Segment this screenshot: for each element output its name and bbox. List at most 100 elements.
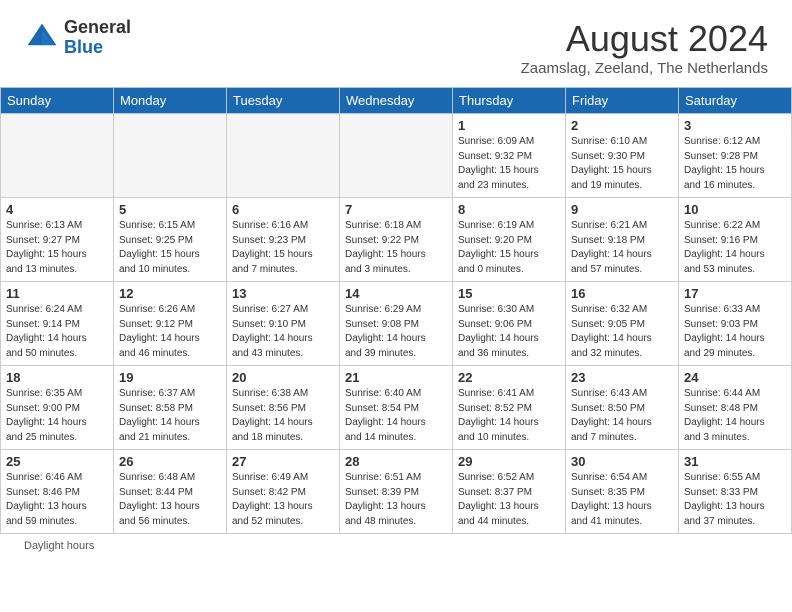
weekday-header-row: SundayMondayTuesdayWednesdayThursdayFrid… — [1, 88, 792, 114]
day-number: 1 — [458, 118, 560, 133]
weekday-header-monday: Monday — [114, 88, 227, 114]
calendar-cell: 28 Sunrise: 6:51 AM Sunset: 8:39 PM Dayli… — [340, 450, 453, 534]
calendar-cell: 1 Sunrise: 6:09 AM Sunset: 9:32 PM Daylig… — [453, 114, 566, 198]
day-number: 19 — [119, 370, 221, 385]
calendar-cell: 15Sunrise: 6:30 AM Sunset: 9:06 PM Dayli… — [453, 282, 566, 366]
day-number: 28 — [345, 454, 447, 469]
day-info: Sunrise: 6:26 AM Sunset: 9:12 PM Dayligh… — [119, 303, 221, 361]
day-number: 6 — [232, 202, 334, 217]
calendar-cell: 8 Sunrise: 6:19 AM Sunset: 9:20 PM Daylig… — [453, 198, 566, 282]
day-info: Sunrise: 6:44 AM Sunset: 8:48 PM Dayligh… — [684, 387, 786, 445]
day-number: 10 — [684, 202, 786, 217]
calendar-table: SundayMondayTuesdayWednesdayThursdayFrid… — [0, 87, 792, 534]
calendar-cell: 5Sunrise: 6:15 AM Sunset: 9:25 PM Daylig… — [114, 198, 227, 282]
calendar-cell — [227, 114, 340, 198]
calendar-cell: 16Sunrise: 6:32 AM Sunset: 9:05 PM Dayli… — [566, 282, 679, 366]
day-number: 7 — [345, 202, 447, 217]
day-number: 13 — [232, 286, 334, 301]
day-number: 11 — [6, 286, 108, 301]
calendar-header: SundayMondayTuesdayWednesdayThursdayFrid… — [1, 88, 792, 114]
day-number: 31 — [684, 454, 786, 469]
day-info: Sunrise: 6:37 AM Sunset: 8:58 PM Dayligh… — [119, 387, 221, 445]
day-info: Sunrise: 6:16 AM Sunset: 9:23 PM Dayligh… — [232, 219, 334, 277]
day-info: Sunrise: 6:10 AM Sunset: 9:30 PM Dayligh… — [571, 135, 673, 193]
weekday-header-wednesday: Wednesday — [340, 88, 453, 114]
weekday-header-sunday: Sunday — [1, 88, 114, 114]
weekday-header-saturday: Saturday — [679, 88, 792, 114]
calendar-cell: 23Sunrise: 6:43 AM Sunset: 8:50 PM Dayli… — [566, 366, 679, 450]
day-info: Sunrise: 6:22 AM Sunset: 9:16 PM Dayligh… — [684, 219, 786, 277]
weekday-header-tuesday: Tuesday — [227, 88, 340, 114]
day-number: 26 — [119, 454, 221, 469]
calendar-cell: 6 Sunrise: 6:16 AM Sunset: 9:23 PM Daylig… — [227, 198, 340, 282]
day-info: Sunrise: 6:35 AM Sunset: 9:00 PM Dayligh… — [6, 387, 108, 445]
calendar-cell — [340, 114, 453, 198]
day-info: Sunrise: 6:29 AM Sunset: 9:08 PM Dayligh… — [345, 303, 447, 361]
day-info: Sunrise: 6:51 AM Sunset: 8:39 PM Dayligh… — [345, 471, 447, 529]
calendar-cell — [114, 114, 227, 198]
logo: General Blue — [24, 18, 131, 58]
calendar-cell: 29Sunrise: 6:52 AM Sunset: 8:37 PM Dayli… — [453, 450, 566, 534]
day-info: Sunrise: 6:18 AM Sunset: 9:22 PM Dayligh… — [345, 219, 447, 277]
logo-text: General Blue — [64, 18, 131, 58]
calendar-cell: 11 Sunrise: 6:24 AM Sunset: 9:14 PM Dayli… — [1, 282, 114, 366]
day-info: Sunrise: 6:48 AM Sunset: 8:44 PM Dayligh… — [119, 471, 221, 529]
calendar-cell: 22 Sunrise: 6:41 AM Sunset: 8:52 PM Dayli… — [453, 366, 566, 450]
calendar-cell — [1, 114, 114, 198]
day-number: 12 — [119, 286, 221, 301]
day-info: Sunrise: 6:15 AM Sunset: 9:25 PM Dayligh… — [119, 219, 221, 277]
calendar-week-3: 18 Sunrise: 6:35 AM Sunset: 9:00 PM Dayli… — [1, 366, 792, 450]
calendar-cell: 12 Sunrise: 6:26 AM Sunset: 9:12 PM Dayli… — [114, 282, 227, 366]
calendar-subtitle: Zaamslag, Zeeland, The Netherlands — [521, 60, 768, 77]
day-info: Sunrise: 6:12 AM Sunset: 9:28 PM Dayligh… — [684, 135, 786, 193]
calendar-cell: 27 Sunrise: 6:49 AM Sunset: 8:42 PM Dayli… — [227, 450, 340, 534]
calendar-cell: 21 Sunrise: 6:40 AM Sunset: 8:54 PM Dayli… — [340, 366, 453, 450]
calendar-cell: 3 Sunrise: 6:12 AM Sunset: 9:28 PM Daylig… — [679, 114, 792, 198]
day-info: Sunrise: 6:19 AM Sunset: 9:20 PM Dayligh… — [458, 219, 560, 277]
calendar-body: 1 Sunrise: 6:09 AM Sunset: 9:32 PM Daylig… — [1, 114, 792, 534]
weekday-header-friday: Friday — [566, 88, 679, 114]
day-number: 3 — [684, 118, 786, 133]
day-number: 29 — [458, 454, 560, 469]
calendar-cell: 30Sunrise: 6:54 AM Sunset: 8:35 PM Dayli… — [566, 450, 679, 534]
calendar-cell: 13 Sunrise: 6:27 AM Sunset: 9:10 PM Dayli… — [227, 282, 340, 366]
day-number: 14 — [345, 286, 447, 301]
day-info: Sunrise: 6:41 AM Sunset: 8:52 PM Dayligh… — [458, 387, 560, 445]
day-info: Sunrise: 6:33 AM Sunset: 9:03 PM Dayligh… — [684, 303, 786, 361]
day-info: Sunrise: 6:27 AM Sunset: 9:10 PM Dayligh… — [232, 303, 334, 361]
calendar-cell: 10 Sunrise: 6:22 AM Sunset: 9:16 PM Dayli… — [679, 198, 792, 282]
day-info: Sunrise: 6:32 AM Sunset: 9:05 PM Dayligh… — [571, 303, 673, 361]
day-info: Sunrise: 6:24 AM Sunset: 9:14 PM Dayligh… — [6, 303, 108, 361]
day-number: 4 — [6, 202, 108, 217]
day-number: 27 — [232, 454, 334, 469]
calendar-cell: 19 Sunrise: 6:37 AM Sunset: 8:58 PM Dayli… — [114, 366, 227, 450]
calendar-cell: 2 Sunrise: 6:10 AM Sunset: 9:30 PM Daylig… — [566, 114, 679, 198]
page-header: General Blue August 2024 Zaamslag, Zeela… — [0, 0, 792, 87]
day-info: Sunrise: 6:38 AM Sunset: 8:56 PM Dayligh… — [232, 387, 334, 445]
day-info: Sunrise: 6:49 AM Sunset: 8:42 PM Dayligh… — [232, 471, 334, 529]
day-number: 30 — [571, 454, 673, 469]
logo-blue-text: Blue — [64, 38, 131, 58]
calendar-cell: 17Sunrise: 6:33 AM Sunset: 9:03 PM Dayli… — [679, 282, 792, 366]
calendar-cell: 9Sunrise: 6:21 AM Sunset: 9:18 PM Daylig… — [566, 198, 679, 282]
calendar-week-2: 11 Sunrise: 6:24 AM Sunset: 9:14 PM Dayli… — [1, 282, 792, 366]
calendar-cell: 14 Sunrise: 6:29 AM Sunset: 9:08 PM Dayli… — [340, 282, 453, 366]
day-number: 8 — [458, 202, 560, 217]
day-number: 21 — [345, 370, 447, 385]
day-number: 22 — [458, 370, 560, 385]
day-info: Sunrise: 6:30 AM Sunset: 9:06 PM Dayligh… — [458, 303, 560, 361]
calendar-cell: 4Sunrise: 6:13 AM Sunset: 9:27 PM Daylig… — [1, 198, 114, 282]
day-info: Sunrise: 6:55 AM Sunset: 8:33 PM Dayligh… — [684, 471, 786, 529]
legend: Daylight hours — [0, 534, 792, 558]
day-number: 24 — [684, 370, 786, 385]
day-info: Sunrise: 6:09 AM Sunset: 9:32 PM Dayligh… — [458, 135, 560, 193]
calendar-title: August 2024 — [521, 18, 768, 60]
day-number: 20 — [232, 370, 334, 385]
day-number: 2 — [571, 118, 673, 133]
calendar-cell: 18 Sunrise: 6:35 AM Sunset: 9:00 PM Dayli… — [1, 366, 114, 450]
day-info: Sunrise: 6:21 AM Sunset: 9:18 PM Dayligh… — [571, 219, 673, 277]
day-info: Sunrise: 6:40 AM Sunset: 8:54 PM Dayligh… — [345, 387, 447, 445]
daylight-label: Daylight hours — [24, 540, 94, 552]
day-number: 18 — [6, 370, 108, 385]
calendar-week-1: 4Sunrise: 6:13 AM Sunset: 9:27 PM Daylig… — [1, 198, 792, 282]
